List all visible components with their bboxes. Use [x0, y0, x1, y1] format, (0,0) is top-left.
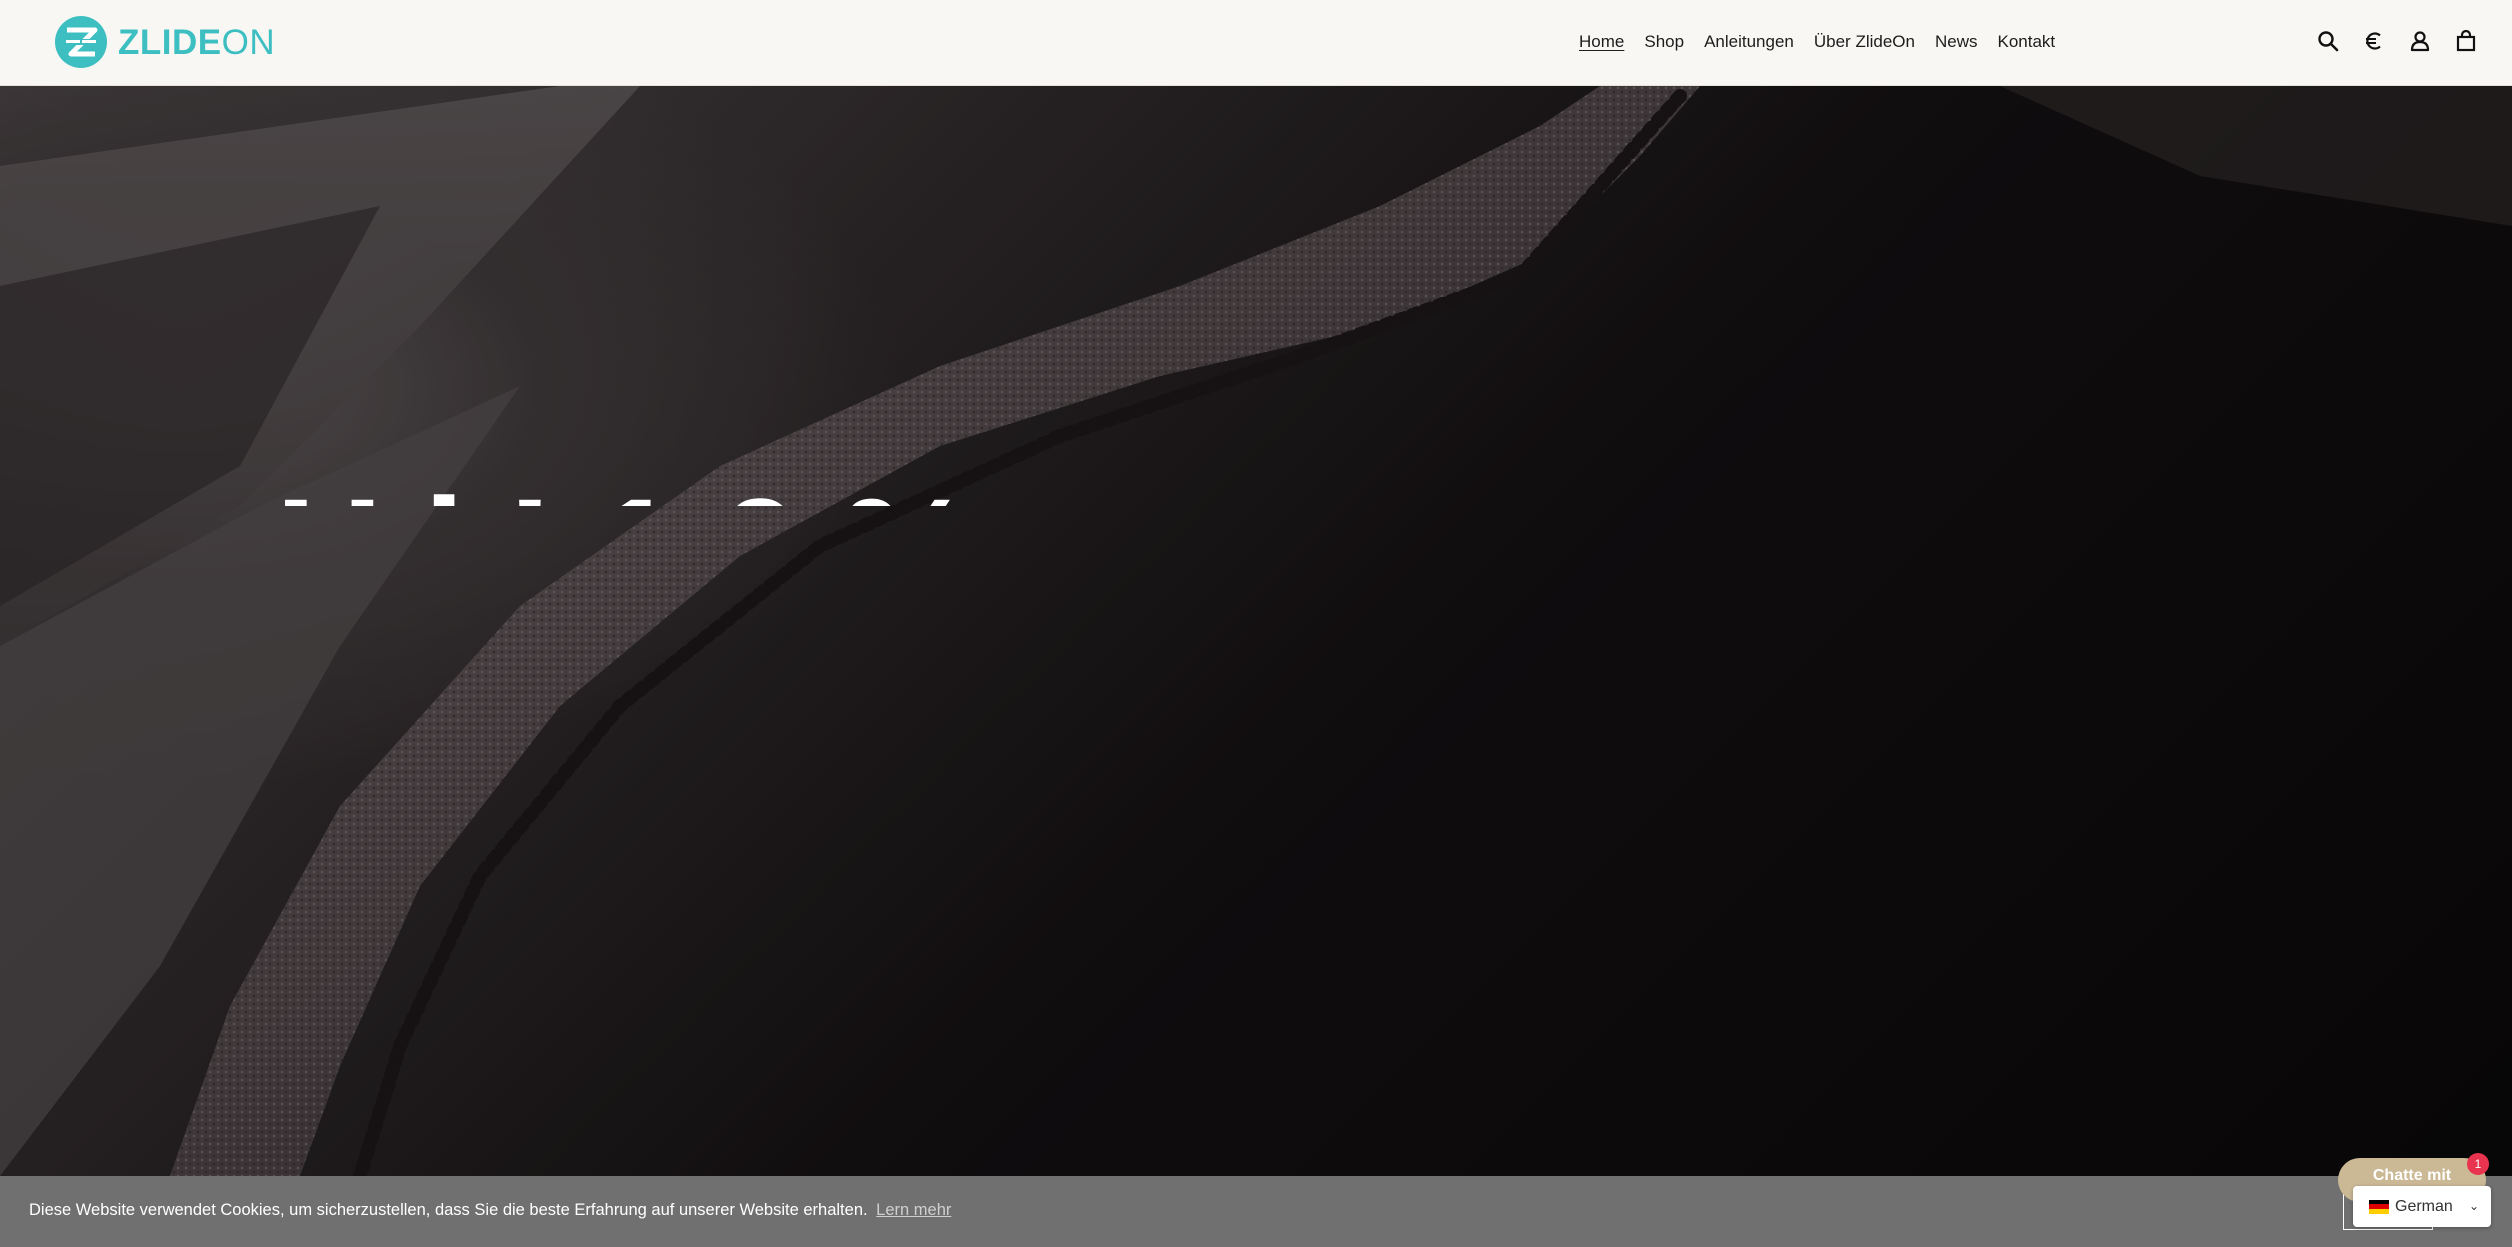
header-icons — [2315, 28, 2479, 54]
logo[interactable]: ZLIDEON — [54, 15, 275, 69]
nav-home[interactable]: Home — [1579, 31, 1624, 53]
nav-news[interactable]: News — [1935, 31, 1978, 53]
hero-title: Hi!10% — [275, 446, 1015, 506]
nav-kontakt[interactable]: Kontakt — [1998, 31, 2056, 53]
cookie-message: Diese Website verwendet Cookies, um sich… — [29, 1201, 868, 1219]
hero-video: Hi!10% — [0, 86, 2512, 1176]
nav-shop[interactable]: Shop — [1644, 31, 1684, 53]
logo-text: ZLIDEON — [118, 22, 276, 62]
hero-background — [0, 86, 2512, 1176]
main-nav: Home Shop Anleitungen Über ZlideOn News … — [1579, 31, 2075, 53]
account-icon[interactable] — [2407, 28, 2433, 54]
language-selector[interactable]: German ⌄ — [2353, 1186, 2491, 1227]
chat-notification-badge: 1 — [2467, 1153, 2489, 1175]
search-icon[interactable] — [2315, 28, 2341, 54]
site-header: ZLIDEON Home Shop Anleitungen Über Zlide… — [0, 0, 2512, 86]
cookie-learn-more-link[interactable]: Lern mehr — [876, 1201, 951, 1219]
nav-ueber-zlideon[interactable]: Über ZlideOn — [1814, 31, 1915, 53]
cookie-banner: Diese Website verwendet Cookies, um sich… — [0, 1176, 2512, 1247]
euro-currency-icon[interactable] — [2361, 28, 2387, 54]
language-label: German — [2395, 1197, 2453, 1215]
chat-label: Chatte mit — [2372, 1167, 2452, 1184]
nav-anleitungen[interactable]: Anleitungen — [1704, 31, 1794, 53]
german-flag-icon — [2369, 1199, 2389, 1214]
cart-icon[interactable] — [2453, 28, 2479, 54]
chevron-down-icon: ⌄ — [2468, 1199, 2479, 1213]
cookie-text: Diese Website verwendet Cookies, um sich… — [29, 1201, 951, 1220]
logo-icon — [55, 16, 107, 68]
